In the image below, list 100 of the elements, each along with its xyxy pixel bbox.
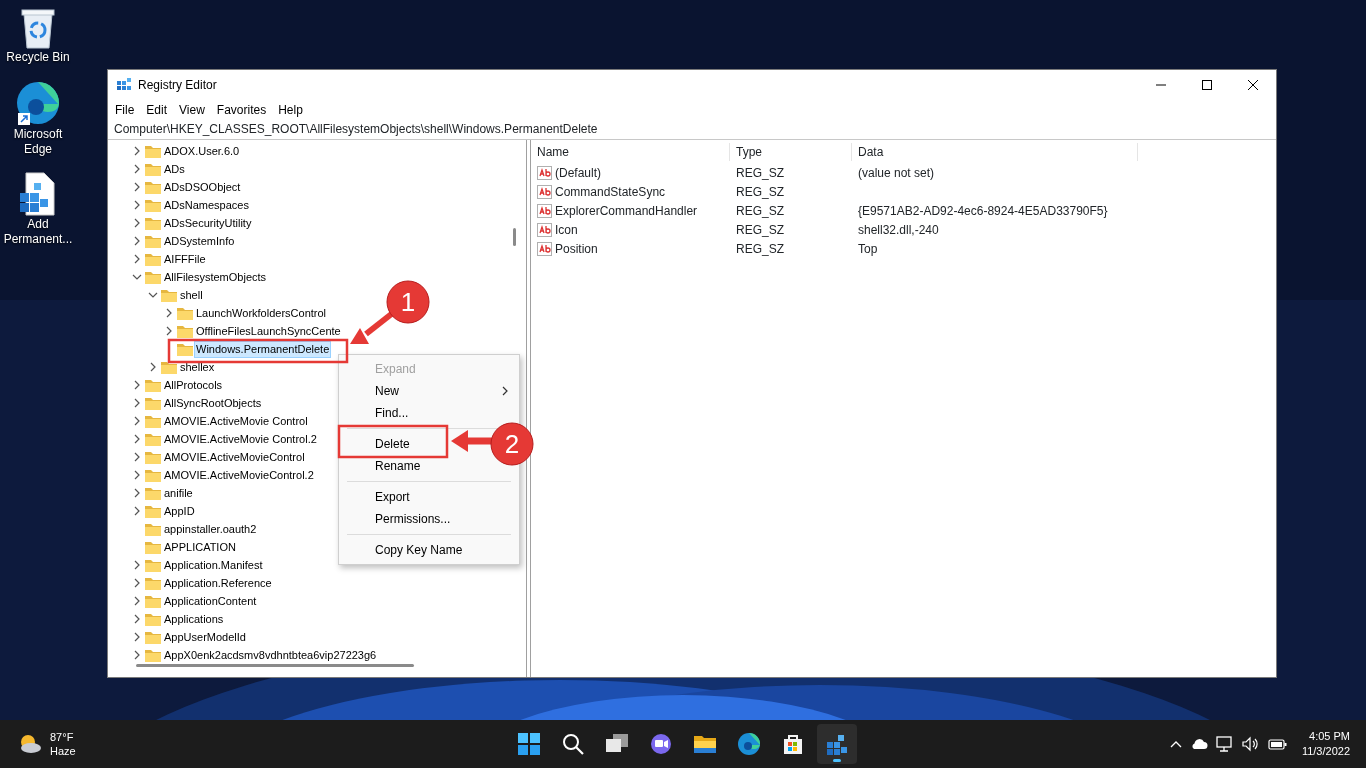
table-cell-text: ExplorerCommandHandler [555, 202, 698, 220]
table-cell-text: REG_SZ [735, 240, 785, 258]
folder-icon [144, 233, 162, 249]
folder-icon [144, 467, 162, 483]
folder-icon [144, 539, 162, 555]
callout-badge: 1 [386, 280, 430, 324]
registry-app-icon [116, 77, 132, 93]
menu-item[interactable]: View [173, 101, 211, 119]
clock-time[interactable]: 4:05 PM [1301, 729, 1350, 744]
folder-icon [144, 395, 162, 411]
table-cell-text: (Default) [555, 164, 601, 182]
task-view-icon [605, 734, 629, 754]
folder-icon [144, 647, 162, 663]
tree-item[interactable]: ADsSecurityUtility [162, 214, 254, 232]
chevron-up-icon[interactable] [1169, 740, 1182, 748]
battery-icon[interactable] [1267, 737, 1288, 751]
browser-icon[interactable] [14, 79, 62, 127]
tree-item[interactable]: AllProtocols [162, 376, 225, 394]
cloud-icon[interactable] [1189, 738, 1208, 750]
submenu-chevron-icon [501, 386, 509, 396]
string-value-icon [537, 222, 552, 237]
taskbar-button[interactable] [817, 724, 857, 764]
registry-app-icon [826, 733, 848, 755]
close-icon [1248, 80, 1258, 90]
menu-item[interactable]: Permissions... [339, 508, 461, 530]
menu-item[interactable]: Rename [339, 455, 431, 477]
tree-item[interactable]: AppUserModelId [162, 628, 248, 646]
browser-icon [737, 732, 761, 756]
weather-icon [18, 733, 42, 755]
tree-item[interactable]: AllSyncRootObjects [162, 394, 264, 412]
folder-icon [144, 143, 162, 159]
column-header[interactable]: Type [730, 142, 852, 161]
column-header[interactable]: Name [531, 142, 730, 161]
tree-item[interactable]: anifile [162, 484, 195, 502]
horizontal-scrollbar[interactable] [136, 664, 416, 668]
tree-item[interactable]: ADOX.User.6.0 [162, 142, 242, 160]
tree-item[interactable]: appinstaller.oauth2 [162, 520, 259, 538]
folder-icon [144, 251, 162, 267]
menu-item[interactable]: File [109, 101, 141, 119]
folder-icon [176, 305, 194, 321]
tree-item[interactable]: AMOVIE.ActiveMovieControl.2 [162, 466, 316, 484]
menu-item[interactable]: Help [272, 101, 309, 119]
tree-item[interactable]: AMOVIE.ActiveMovie Control [162, 412, 310, 430]
volume-icon[interactable] [1241, 736, 1260, 752]
tree-item[interactable]: AppID [162, 502, 197, 520]
maximize-icon [1202, 80, 1212, 90]
tree-item[interactable]: Applications [162, 610, 226, 628]
tree-item[interactable]: AIFFFile [162, 250, 208, 268]
tree-item[interactable]: AMOVIE.ActiveMovieControl [162, 448, 307, 466]
tree-item[interactable]: shellex [178, 358, 217, 376]
tree-item[interactable]: APPLICATION [162, 538, 238, 556]
collapse-chevron-icon[interactable] [146, 290, 160, 300]
tree-item[interactable]: shell [178, 286, 205, 304]
tree-item[interactable]: OfflineFilesLaunchSyncCente [194, 322, 343, 340]
folder-icon [693, 734, 717, 754]
desktop-icon-label[interactable]: Microsoft Edge [1, 127, 75, 157]
store-icon [782, 733, 804, 755]
tree-item[interactable]: Application.Reference [162, 574, 274, 592]
tree-item[interactable]: LaunchWorkfoldersControl [194, 304, 329, 322]
desktop-icon-label[interactable]: Add Permanent... [1, 217, 75, 247]
tree-item[interactable]: ADsDSOObject [162, 178, 243, 196]
menu-item[interactable]: Copy Key Name [339, 539, 473, 561]
table-cell-text: (value not set) [857, 164, 935, 182]
tree-item[interactable]: Application.Manifest [162, 556, 265, 574]
folder-icon [144, 503, 162, 519]
menu-item[interactable]: Export [339, 486, 420, 508]
menu-item[interactable]: Edit [140, 101, 174, 119]
temperature-text: 87°F [50, 730, 75, 744]
table-cell-text: REG_SZ [735, 202, 785, 220]
tree-item[interactable]: AppX0enk2acdsmv8vdhntbtea6vip27223g6 [162, 646, 379, 664]
address-bar[interactable]: Computer\HKEY_CLASSES_ROOT\AllFilesystemObjects\shell\Windows.PermanentDelete [108, 120, 1276, 140]
folder-icon [144, 377, 162, 393]
table-cell-text: Position [555, 240, 598, 258]
desktop-icon-label[interactable]: Recycle Bin [1, 50, 75, 65]
menu-item[interactable]: New [339, 380, 519, 402]
recycle-bin-icon[interactable] [18, 6, 58, 50]
folder-icon [144, 269, 162, 285]
registry-file-icon[interactable] [18, 171, 58, 217]
search-icon [562, 733, 584, 755]
menu-item[interactable]: Find... [339, 402, 419, 424]
folder-icon [144, 575, 162, 591]
callout-badge: 2 [490, 422, 534, 466]
folder-icon [144, 197, 162, 213]
vertical-scrollbar[interactable] [513, 228, 517, 246]
network-icon[interactable] [1215, 736, 1234, 752]
menu-item[interactable]: Favorites [210, 101, 273, 119]
tree-item[interactable]: AllFilesystemObjects [162, 268, 269, 286]
tree-item[interactable]: ADsNamespaces [162, 196, 251, 214]
collapse-chevron-icon[interactable] [130, 272, 144, 282]
tree-item[interactable]: ADs [162, 160, 187, 178]
menu-item[interactable]: Delete [339, 433, 420, 455]
video-chat-icon [649, 733, 673, 755]
clock-date[interactable]: 11/3/2022 [1301, 744, 1350, 759]
tree-item[interactable]: AMOVIE.ActiveMovie Control.2 [162, 430, 319, 448]
start-icon [518, 733, 540, 755]
tree-item[interactable]: ApplicationContent [162, 592, 259, 610]
folder-icon [144, 215, 162, 231]
tree-item[interactable]: ADSystemInfo [162, 232, 237, 250]
folder-icon [176, 323, 194, 339]
column-header[interactable]: Data [852, 142, 1138, 161]
